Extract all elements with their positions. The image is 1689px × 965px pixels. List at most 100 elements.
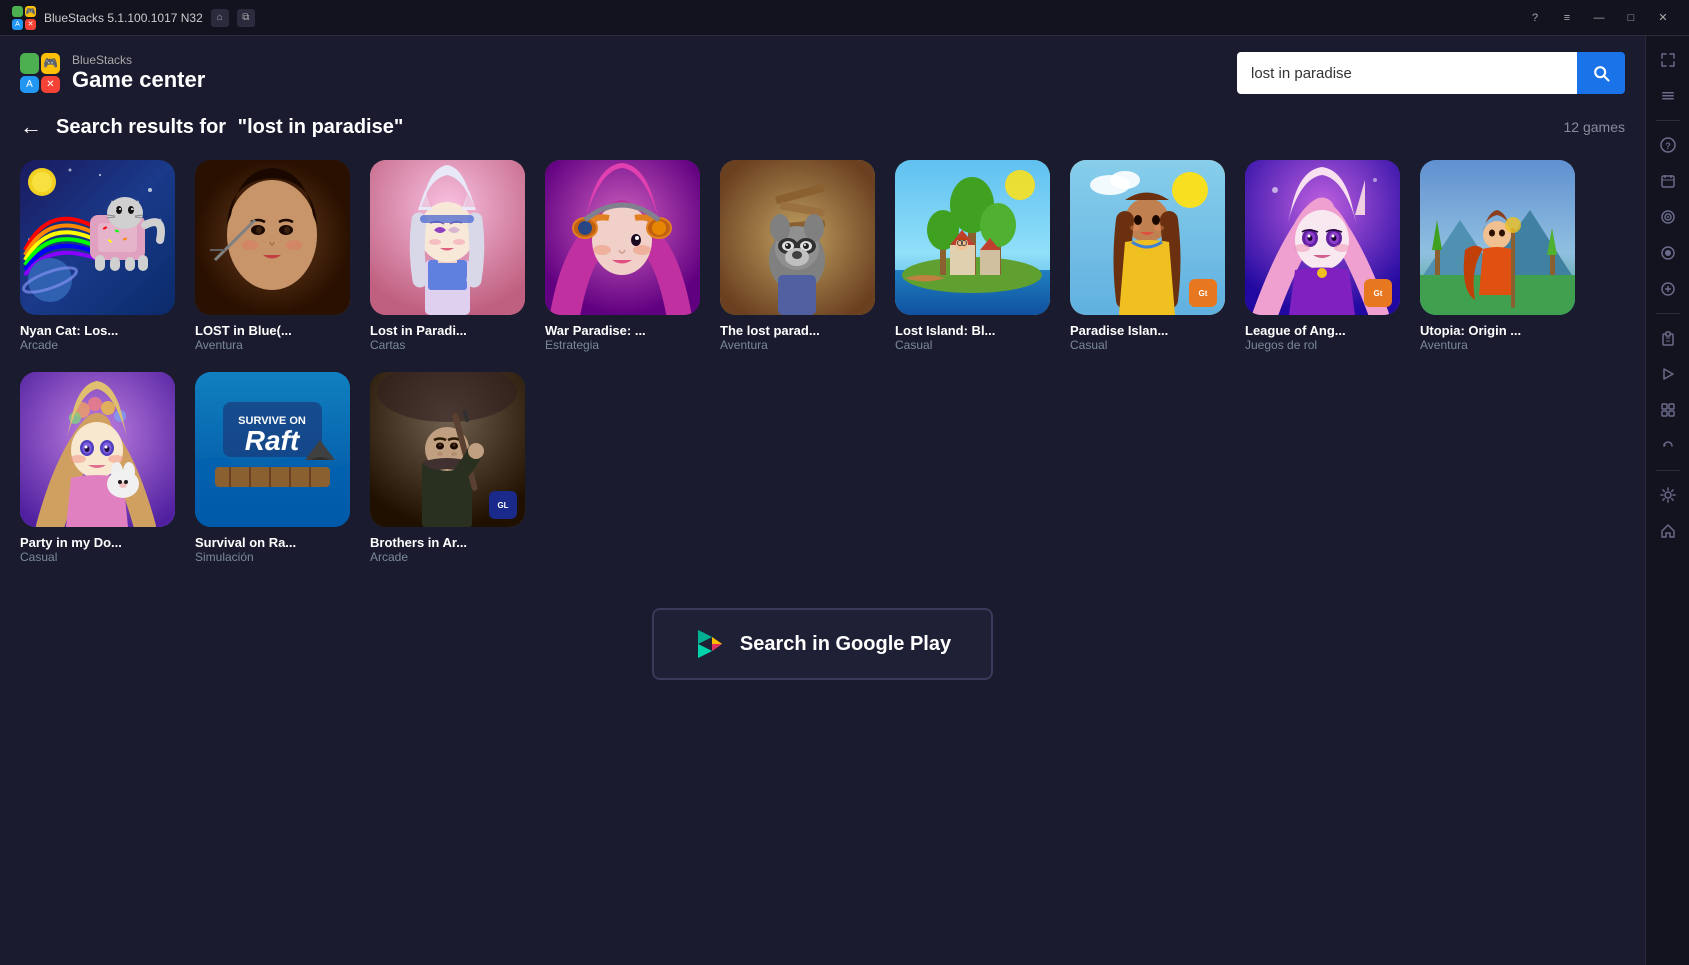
game-card-12[interactable]: GL Brothers in Ar... Arcade — [370, 372, 525, 564]
main-content: 🎮 A ✕ BlueStacks Game center — [0, 36, 1645, 965]
sidebar-plus-icon[interactable] — [1652, 273, 1684, 305]
svg-text:?: ? — [1665, 141, 1671, 151]
google-play-icon — [694, 628, 726, 660]
game-card-11[interactable]: SURVIVE ON Raft Survival on Ra... Simula… — [195, 372, 350, 564]
game-card-7[interactable]: Gt Paradise Islan... Casual — [1070, 160, 1225, 352]
lost-blue-art — [195, 160, 350, 315]
logo-yellow: 🎮 — [25, 6, 36, 18]
game-art-10 — [20, 372, 175, 527]
minimize-button[interactable]: — — [1585, 7, 1613, 29]
game-genre-4: Estrategia — [545, 338, 700, 352]
game-art-11: SURVIVE ON Raft — [195, 372, 350, 527]
game-name-2: LOST in Blue(... — [195, 323, 350, 338]
sidebar-record-icon[interactable] — [1652, 237, 1684, 269]
game-genre-9: Aventura — [1420, 338, 1575, 352]
game-thumb-4 — [545, 160, 700, 315]
survival-raft-art: SURVIVE ON Raft — [195, 372, 350, 527]
game-card-8[interactable]: Gt League of Ang... Juegos de rol — [1245, 160, 1400, 352]
game-card-9[interactable]: Utopia: Origin ... Aventura — [1420, 160, 1575, 352]
game-name-11: Survival on Ra... — [195, 535, 350, 550]
sidebar-target-icon[interactable] — [1652, 201, 1684, 233]
sidebar-play-icon[interactable] — [1652, 358, 1684, 390]
sidebar-home-icon[interactable] — [1652, 515, 1684, 547]
lost-island-art — [895, 160, 1050, 315]
nyan-cat-art — [20, 160, 175, 315]
game-card-6[interactable]: Lost Island: Bl... Casual — [895, 160, 1050, 352]
app-container: 🎮 A ✕ BlueStacks Game center — [0, 36, 1689, 965]
search-button[interactable] — [1577, 52, 1625, 94]
game-name-6: Lost Island: Bl... — [895, 323, 1050, 338]
copy-icon[interactable]: ⧉ — [237, 9, 255, 27]
game-card-4[interactable]: War Paradise: ... Estrategia — [545, 160, 700, 352]
title-bar: 🎮 A ✕ BlueStacks 5.1.100.1017 N32 ⌂ ⧉ ? … — [0, 0, 1689, 36]
brand-green — [20, 53, 39, 74]
game-art-6 — [895, 160, 1050, 315]
sidebar-clipboard-icon[interactable] — [1652, 322, 1684, 354]
lost-parad-art — [720, 160, 875, 315]
war-para-art — [545, 160, 700, 315]
game-card-2[interactable]: LOST in Blue(... Aventura — [195, 160, 350, 352]
game-genre-5: Aventura — [720, 338, 875, 352]
help-button[interactable]: ? — [1521, 7, 1549, 29]
home-icon[interactable]: ⌂ — [211, 9, 229, 27]
bluestacks-logo-small: 🎮 A ✕ — [12, 6, 36, 30]
game-art-9 — [1420, 160, 1575, 315]
right-sidebar: ? — [1645, 36, 1689, 965]
sidebar-divider-1 — [1656, 120, 1680, 121]
results-query: "lost in paradise" — [238, 116, 404, 138]
game-genre-3: Cartas — [370, 338, 525, 352]
sidebar-calendar-icon[interactable] — [1652, 165, 1684, 197]
game-name-7: Paradise Islan... — [1070, 323, 1225, 338]
results-count: 12 games — [1564, 119, 1625, 135]
maximize-button[interactable]: □ — [1617, 7, 1645, 29]
window-controls: ? ≡ — □ ✕ — [1521, 7, 1677, 29]
search-bar — [1237, 52, 1625, 94]
game-card-10[interactable]: Party in my Do... Casual — [20, 372, 175, 564]
results-prefix: Search results for — [56, 116, 226, 138]
game-thumb-11: SURVIVE ON Raft — [195, 372, 350, 527]
game-art-3 — [370, 160, 525, 315]
game-card-3[interactable]: Lost in Paradi... Cartas — [370, 160, 525, 352]
results-title: ← Search results for "lost in paradise" — [20, 114, 403, 140]
sidebar-menu-icon[interactable] — [1652, 80, 1684, 112]
game-art-5 — [720, 160, 875, 315]
utopia-art — [1420, 160, 1575, 315]
back-button[interactable]: ← — [20, 114, 42, 140]
game-thumb-3 — [370, 160, 525, 315]
game-card-1[interactable]: Nyan Cat: Los... Arcade — [20, 160, 175, 352]
game-card-5[interactable]: The lost parad... Aventura — [720, 160, 875, 352]
logo-red: ✕ — [25, 19, 36, 30]
sidebar-rotate-icon[interactable] — [1652, 430, 1684, 462]
game-genre-10: Casual — [20, 550, 175, 564]
games-grid: Nyan Cat: Los... Arcade — [20, 160, 1625, 564]
sidebar-settings-icon[interactable] — [1652, 479, 1684, 511]
game-thumb-7: Gt — [1070, 160, 1225, 315]
brand-red: ✕ — [41, 76, 60, 94]
party-dorm-art — [20, 372, 175, 527]
brand-logo: 🎮 A ✕ — [20, 53, 60, 93]
game-thumb-5 — [720, 160, 875, 315]
results-header: ← Search results for "lost in paradise" … — [20, 114, 1625, 140]
google-play-label: Search in Google Play — [740, 633, 951, 656]
gt-badge-8: Gt — [1364, 279, 1392, 307]
sidebar-grid-icon[interactable] — [1652, 394, 1684, 426]
sidebar-help-icon[interactable]: ? — [1652, 129, 1684, 161]
google-play-button[interactable]: Search in Google Play — [652, 608, 993, 680]
brand: 🎮 A ✕ BlueStacks Game center — [20, 53, 205, 94]
game-name-12: Brothers in Ar... — [370, 535, 525, 550]
game-thumb-2 — [195, 160, 350, 315]
sidebar-divider-2 — [1656, 313, 1680, 314]
close-button[interactable]: ✕ — [1649, 7, 1677, 29]
sidebar-expand-icon[interactable] — [1652, 44, 1684, 76]
brand-yellow: 🎮 — [41, 53, 60, 74]
header: 🎮 A ✕ BlueStacks Game center — [20, 36, 1625, 106]
game-art-1 — [20, 160, 175, 315]
game-genre-2: Aventura — [195, 338, 350, 352]
game-genre-7: Casual — [1070, 338, 1225, 352]
logo-green — [12, 6, 23, 18]
menu-button[interactable]: ≡ — [1553, 7, 1581, 29]
search-input[interactable] — [1237, 52, 1577, 94]
game-genre-12: Arcade — [370, 550, 525, 564]
game-thumb-6 — [895, 160, 1050, 315]
game-genre-8: Juegos de rol — [1245, 338, 1400, 352]
